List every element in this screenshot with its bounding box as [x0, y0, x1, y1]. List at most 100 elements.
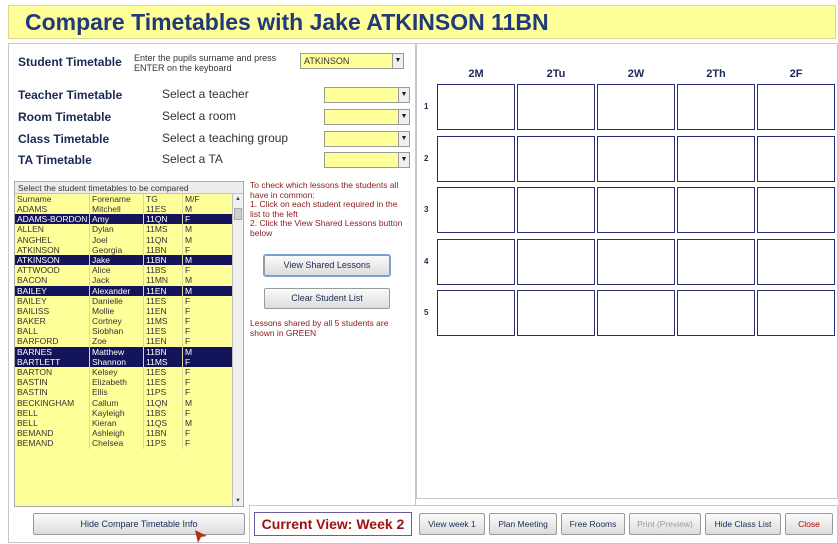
free-rooms-button[interactable]: Free Rooms [561, 513, 625, 535]
timetable-cell[interactable] [597, 290, 675, 336]
period-label: 3 [424, 205, 429, 214]
student-combo[interactable]: ATKINSON ▼ [300, 53, 404, 69]
student-list-row[interactable]: BASTIN Ellis 11PS F [15, 387, 243, 398]
timetable-cell[interactable] [677, 84, 755, 130]
col-header-forename[interactable]: Forename [90, 194, 144, 204]
student-list-row[interactable]: BECKINGHAM Callum 11QN M [15, 397, 243, 408]
student-list[interactable]: Select the student timetables to be comp… [14, 181, 244, 507]
timetable-cell[interactable] [517, 136, 595, 182]
student-list-row[interactable]: BARTLETT Shannon 11MS F [15, 356, 243, 367]
student-list-row[interactable]: BARTON Kelsey 11ES F [15, 367, 243, 378]
class-timetable-label: Class Timetable [18, 132, 110, 146]
cell-tg: 11PS [144, 438, 183, 449]
cell-surname: BEMAND [15, 428, 90, 439]
close-button[interactable]: Close [785, 513, 833, 535]
student-list-header: Surname Forename TG M/F [15, 194, 243, 204]
cell-tg: 11ES [144, 204, 183, 215]
student-list-row[interactable]: BELL Kayleigh 11BS F [15, 407, 243, 418]
cell-mf: M [185, 204, 193, 214]
timetable-cell[interactable] [677, 187, 755, 233]
timetable-cell[interactable] [517, 84, 595, 130]
student-list-row[interactable]: BALL Siobhan 11ES F [15, 326, 243, 337]
timetable-cell[interactable] [437, 187, 515, 233]
timetable-cell[interactable] [437, 239, 515, 285]
timetable-cell[interactable] [757, 239, 835, 285]
timetable-cell[interactable] [437, 84, 515, 130]
instruction-line: 2. Click the View Shared Lessons button … [250, 218, 403, 238]
timetable-cell[interactable] [517, 187, 595, 233]
student-list-row[interactable]: BAKER Cortney 11MS F [15, 316, 243, 327]
timetable-cell[interactable] [517, 290, 595, 336]
timetable-cell[interactable] [677, 290, 755, 336]
chevron-down-icon[interactable]: ▼ [392, 54, 403, 68]
timetable-cell[interactable] [597, 187, 675, 233]
plan-meeting-button[interactable]: Plan Meeting [489, 513, 557, 535]
clear-student-list-button[interactable]: Clear Student List [264, 288, 390, 309]
cell-tg: 11QN [144, 397, 183, 408]
print-preview-button[interactable]: Print (Preview) [629, 513, 701, 535]
timetable-cell[interactable] [597, 136, 675, 182]
student-list-row[interactable]: BELL Kieran 11QS M [15, 417, 243, 429]
student-list-row[interactable]: ATTWOOD Alice 11BS F [15, 265, 243, 276]
student-list-rows: ADAMS Mitchell 11ES M ADAMS-BORDON Amy 11QN F AL… [15, 204, 243, 449]
teacher-combo[interactable]: ▼ [324, 87, 410, 103]
cell-forename: Siobhan [90, 326, 144, 337]
student-list-row[interactable]: ADAMS Mitchell 11ES M [15, 204, 243, 215]
timetable-cell[interactable] [517, 239, 595, 285]
timetable-cell[interactable] [437, 136, 515, 182]
timetable-cell[interactable] [677, 239, 755, 285]
hide-class-list-button[interactable]: Hide Class List [705, 513, 781, 535]
cell-mf: F [185, 336, 191, 347]
timetable-cell[interactable] [757, 187, 835, 233]
scroll-up-icon[interactable]: ▲ [233, 194, 243, 204]
room-combo[interactable]: ▼ [324, 109, 410, 125]
student-list-row[interactable]: ATKINSON Georgia 11BN F [15, 244, 243, 255]
timetable-cell[interactable] [757, 290, 835, 336]
chevron-down-icon[interactable]: ▼ [398, 110, 409, 124]
col-header-tg[interactable]: TG [144, 194, 183, 204]
student-list-row[interactable]: ADAMS-BORDON Amy 11QN F [15, 214, 243, 225]
timetable-cell[interactable] [437, 290, 515, 336]
cell-tg: 11MS [144, 316, 183, 327]
col-header-mf[interactable]: M/F [183, 194, 231, 204]
student-list-row[interactable]: BARFORD Zoe 11EN F [15, 336, 243, 347]
cell-surname: BARFORD [15, 336, 90, 347]
chevron-down-icon[interactable]: ▼ [398, 132, 409, 146]
timetable-cell[interactable] [757, 84, 835, 130]
student-list-row[interactable]: BASTIN Elizabeth 11ES F [15, 377, 243, 388]
cell-forename: Jake [90, 254, 144, 266]
view-week1-button[interactable]: View week 1 [419, 513, 485, 535]
class-combo[interactable]: ▼ [324, 131, 410, 147]
instructions-text: To check which lessons the students all … [250, 180, 410, 238]
student-list-row[interactable]: ALLEN Dylan 11MS M [15, 224, 243, 235]
student-list-row[interactable]: BAILEY Danielle 11ES F [15, 295, 243, 306]
timetable-cell[interactable] [757, 136, 835, 182]
student-list-row[interactable]: BARNES Matthew 11BN M [15, 346, 243, 357]
cell-surname: BARTLETT [15, 356, 90, 367]
chevron-down-icon[interactable]: ▼ [398, 88, 409, 102]
student-list-row[interactable]: BAILEY Alexander 11EN M [15, 285, 243, 296]
scroll-thumb[interactable] [234, 208, 242, 220]
student-list-row[interactable]: ANGHEL Joel 11QN M [15, 234, 243, 245]
cell-mf: F [185, 316, 191, 327]
ta-combo[interactable]: ▼ [324, 152, 410, 168]
student-list-row[interactable]: ATKINSON Jake 11BN M [15, 254, 243, 266]
timetable-cell[interactable] [597, 239, 675, 285]
timetable-cell[interactable] [677, 136, 755, 182]
hide-compare-info-button[interactable]: Hide Compare Timetable Info [33, 513, 245, 535]
scroll-down-icon[interactable]: ▼ [233, 496, 243, 506]
timetable-cell[interactable] [597, 84, 675, 130]
mouse-pointer-icon [195, 530, 207, 543]
class-hint: Select a teaching group [162, 131, 289, 145]
day-header: 2F [789, 68, 803, 80]
current-view-label: Current View: Week 2 [254, 512, 412, 536]
list-scrollbar[interactable]: ▲ ▼ [232, 194, 243, 506]
student-list-row[interactable]: BACON Jack 11MN M [15, 275, 243, 286]
cell-tg: 11MN [144, 275, 183, 286]
chevron-down-icon[interactable]: ▼ [398, 153, 409, 167]
student-list-row[interactable]: BAILISS Mollie 11EN F [15, 305, 243, 317]
col-header-surname[interactable]: Surname [15, 194, 90, 204]
student-list-row[interactable]: BEMAND Ashleigh 11BN F [15, 428, 243, 439]
view-shared-lessons-button[interactable]: View Shared Lessons [264, 255, 390, 276]
student-list-row[interactable]: BEMAND Chelsea 11PS F [15, 438, 243, 449]
